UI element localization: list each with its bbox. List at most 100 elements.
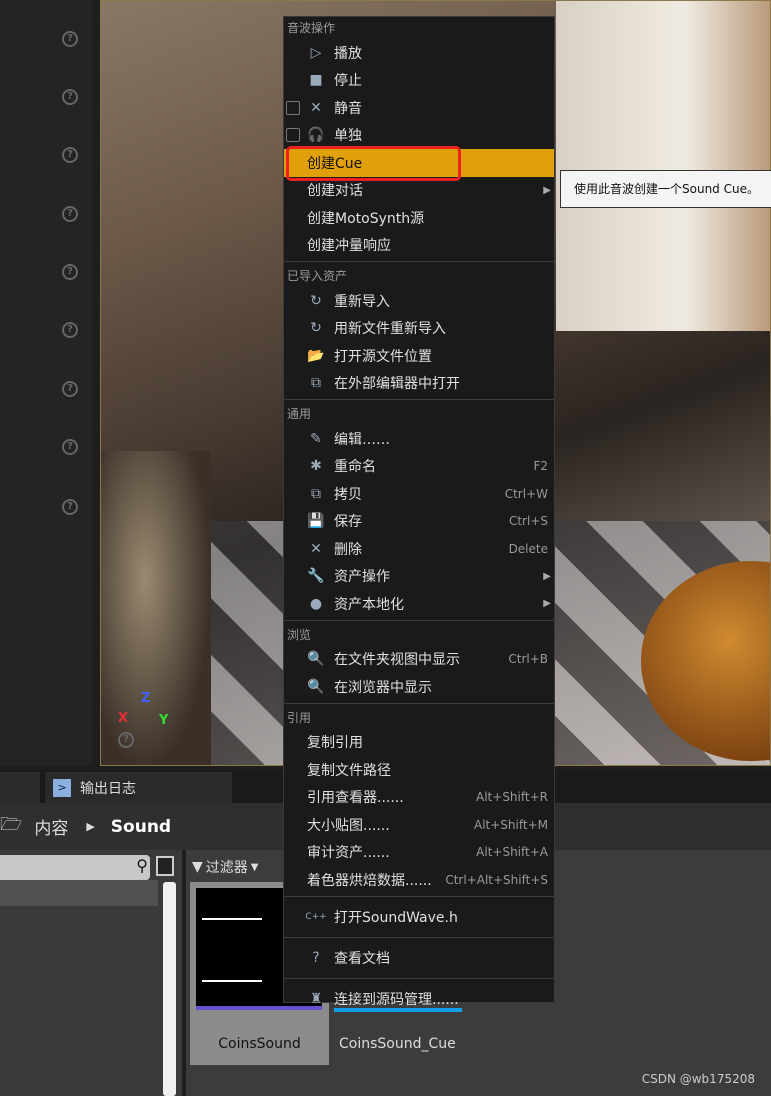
search-icon[interactable]: ⚲ [136,856,148,875]
help-icon[interactable]: ? [62,264,78,280]
help-icon[interactable]: ? [62,206,78,222]
menu-item[interactable]: ⧉ 在外部编辑器中打开 [284,370,554,398]
menu-item-label: 打开源文件位置 [334,348,432,365]
checkbox[interactable] [286,100,300,115]
menu-item-label: 打开SoundWave.h [334,910,458,926]
help-icon[interactable]: ? [62,147,78,163]
menu-item[interactable]: 💾 保存 Ctrl+S [284,508,554,536]
menu-item[interactable]: 创建MotoSynth源 [284,204,554,232]
tree-item[interactable] [0,880,158,906]
tab-label: 输出日志 [80,780,136,797]
magnifier-icon: 🔍 [307,678,325,695]
menu-item[interactable]: ? 查看文档 [284,941,554,976]
reimport-icon: ↻ [310,320,322,337]
menu-item-label: 查看文档 [334,951,390,967]
terminal-icon: > [53,778,71,797]
menu-item-label: 资产本地化 [334,596,404,613]
help-icon[interactable]: ? [62,381,78,397]
menu-item-label: 连接到源码管理...... [334,992,459,1008]
play-icon: ▷ [310,44,322,61]
menu-divider [284,259,554,265]
menu-item-label: 拷贝 [334,486,362,503]
help-icon[interactable]: ? [62,499,78,515]
menu-item[interactable]: ✎ 编辑…… [284,425,554,453]
menu-item[interactable]: 🔍 在浏览器中显示 [284,673,554,701]
menu-item-label: 在外部编辑器中打开 [334,376,460,393]
menu-item-label: 着色器烘焙数据...... [307,872,432,889]
menu-item-label: 引用查看器...... [307,790,404,807]
menu-item[interactable]: 大小贴图...... Alt+Shift+M [284,811,554,839]
delete-icon: ✕ [310,540,322,557]
menu-item[interactable]: 🎧 单独 [284,122,554,150]
stop-icon: ■ [309,72,323,89]
submenu-arrow-icon: ▶ [543,184,551,196]
menu-item[interactable]: 🔍 在文件夹视图中显示 Ctrl+B [284,646,554,674]
menu-item-label: 大小贴图...... [307,817,390,834]
asset-name: CoinsSound_Cue [339,1036,456,1052]
menu-item[interactable]: 着色器烘焙数据...... Ctrl+Alt+Shift+S [284,866,554,894]
view-options-icon[interactable] [156,856,174,876]
filter-label: 过滤器 [205,860,248,876]
help-icon[interactable]: ? [118,732,134,748]
menu-item-label: 创建冲量响应 [307,238,391,255]
menu-item[interactable]: ▷ 播放 [284,39,554,67]
shortcut-label: F2 [533,459,548,474]
scrollbar[interactable] [163,882,176,1096]
menu-item-label: 在文件夹视图中显示 [334,652,460,669]
menu-item[interactable]: ⧉ 拷贝 Ctrl+W [284,480,554,508]
breadcrumb-current[interactable]: Sound [111,817,171,837]
checkbox[interactable] [286,128,300,143]
filter-icon: ▼ [192,859,203,875]
shortcut-label: Ctrl+S [508,514,548,529]
help-icon[interactable]: ? [62,31,78,47]
menu-item-label: 单独 [334,128,362,145]
duplicate-icon: ⧉ [311,485,321,502]
menu-item-label: 审计资产...... [307,845,390,862]
mute-icon: ✕ [310,99,322,116]
menu-item-label: 用新文件重新导入 [334,321,446,338]
menu-divider [284,618,554,624]
help-icon[interactable]: ? [62,89,78,105]
menu-item[interactable]: 引用查看器...... Alt+Shift+R [284,784,554,812]
menu-section-header: 通用 [287,407,312,421]
search-input[interactable]: ⚲ [0,855,150,880]
shortcut-label: Ctrl+B [508,652,548,667]
folder-open-icon: 📂 [307,347,325,364]
save-icon: 💾 [307,513,325,530]
submenu-arrow-icon: ▶ [543,570,551,582]
menu-item-label: 创建对话 [307,183,363,200]
menu-item[interactable]: ✕ 静音 [284,94,554,122]
menu-item-label: 重命名 [334,459,376,476]
tab-previous[interactable] [0,772,40,803]
menu-item[interactable]: C++ 打开SoundWave.h [284,900,554,935]
menu-item[interactable]: ■ 停止 [284,67,554,95]
source-control-icon: ♜ [309,991,323,1007]
filter-button[interactable]: ▼ 过滤器 ▼ [192,857,284,877]
chevron-right-icon: ▶ [86,820,95,833]
shortcut-label: Delete [508,541,548,556]
menu-item-label: 静音 [334,100,362,117]
menu-section-header: 音波操作 [287,21,336,35]
tab-output-log[interactable]: > 输出日志 [45,772,232,803]
help-icon[interactable]: ? [62,439,78,455]
menu-section-header: 已导入资产 [287,269,348,283]
menu-item[interactable]: ● 资产本地化 ▶ [284,590,554,618]
menu-item[interactable]: 创建冲量响应 [284,232,554,260]
menu-section-header: 浏览 [287,627,312,642]
menu-item[interactable]: ↻ 重新导入 [284,287,554,315]
menu-item[interactable]: 📂 打开源文件位置 [284,342,554,370]
menu-divider [284,397,554,403]
breadcrumb-root[interactable]: 内容 [34,814,68,839]
menu-item[interactable]: 审计资产...... Alt+Shift+A [284,839,554,867]
menu-item[interactable]: ↻ 用新文件重新导入 [284,315,554,343]
menu-item[interactable]: ♜ 连接到源码管理...... [284,982,554,1017]
help-icon[interactable]: ? [62,322,78,338]
menu-item[interactable]: 复制文件路径 [284,756,554,784]
menu-item[interactable]: ✱ 重命名 F2 [284,453,554,481]
menu-item[interactable]: ✕ 删除 Delete [284,535,554,563]
menu-item[interactable]: 复制引用 [284,729,554,757]
dropdown-arrow-icon: ▼ [250,861,259,873]
menu-item-label: 重新导入 [334,293,390,310]
menu-item-label: 删除 [334,541,362,558]
menu-item[interactable]: 🔧 资产操作 ▶ [284,563,554,591]
